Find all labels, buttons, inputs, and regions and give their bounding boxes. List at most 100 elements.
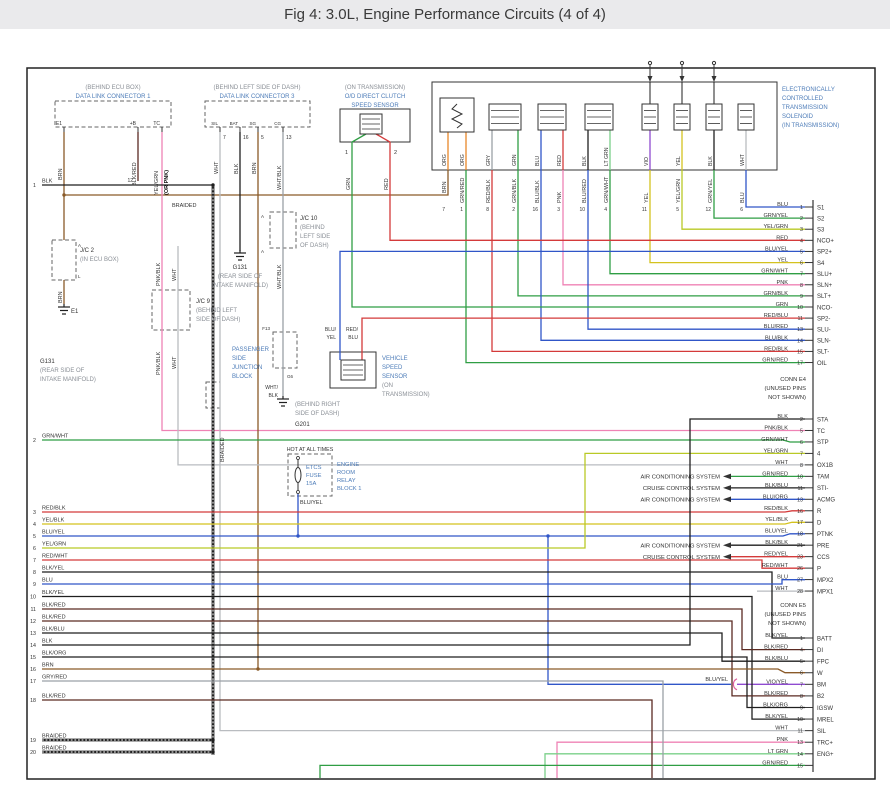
pin-number: 8 <box>800 463 803 469</box>
diagram-label: ORG <box>442 154 448 166</box>
diagram-label: 2 <box>512 207 515 213</box>
pin-wire-label: GRN/RED <box>762 471 788 477</box>
pin-name: NCO+ <box>817 239 834 245</box>
pin-wire-label: BLK/BLU <box>765 656 788 662</box>
pin-name: P <box>817 566 821 572</box>
pin-wire-label: GRN/RED <box>762 760 788 766</box>
diagram-label: YEL/GRN <box>676 179 682 203</box>
pin-wire-label: RED <box>776 235 788 241</box>
diagram-label: PASSENGER <box>232 347 270 353</box>
diagram-label: GRN <box>346 178 352 190</box>
pin-number: 16 <box>797 509 803 515</box>
diagram-label: RED <box>557 155 563 166</box>
diagram-label: 6 <box>740 207 743 213</box>
pin-wire-label: RED/YEL <box>764 552 788 558</box>
pin-name: FPC <box>817 659 830 665</box>
system-ref-label: CRUISE CONTROL SYSTEM <box>643 486 720 492</box>
diagram-label: WHT <box>740 153 746 166</box>
pin-number: 1 <box>800 636 803 642</box>
row-wire-label: BLK/RED <box>42 694 66 700</box>
diagram-label: BRN <box>58 291 64 303</box>
diagram-label: G131 <box>233 265 248 271</box>
diagram-label: LEFT SIDE <box>300 234 330 240</box>
row-number: 9 <box>33 582 36 588</box>
row-wire-label: BRN <box>42 663 54 669</box>
pin-name: S2 <box>817 216 825 222</box>
pin-number: 13 <box>797 327 803 333</box>
pin-number: 4 <box>800 648 803 654</box>
diagram-label: OF DASH) <box>300 243 329 249</box>
pin-number: 6 <box>800 261 803 267</box>
diagram-label: G6 <box>287 374 294 379</box>
diagram-label: INTAKE MANIFOLD) <box>212 283 268 289</box>
pin-number: 2 <box>800 216 803 222</box>
diagram-label: SOLENOID <box>782 114 814 120</box>
pin-number: 7 <box>800 682 803 688</box>
diagram-label: TRANSMISSION) <box>382 392 430 398</box>
pin-name: PRE <box>817 543 829 549</box>
pin-name: B2 <box>817 694 825 700</box>
diagram-label: 10 <box>579 207 585 213</box>
diagram-label: PNK/BLK <box>156 351 162 375</box>
diagram-label: GRN/WHT <box>604 176 610 203</box>
pin-wire-label: PNK <box>776 737 788 743</box>
diagram-label: 13 <box>286 135 292 141</box>
solenoid-ground-terminal <box>680 61 683 64</box>
diagram-label: (IN TRANSMISSION) <box>782 123 839 129</box>
diagram-label: WHT/BLK <box>277 165 283 190</box>
pin-wire-label: WHT <box>775 460 788 466</box>
diagram-label: BLK <box>708 156 714 166</box>
row-wire-label: YEL/BLK <box>42 518 65 524</box>
diagram-label: GRY <box>486 154 492 166</box>
pin-wire-label: WHT <box>775 586 788 592</box>
row-wire-label: GRY/RED <box>42 675 67 681</box>
pin-number: 27 <box>797 578 803 584</box>
diagram-label: BRAIDED <box>220 438 226 462</box>
diagram-label: RED/BLK <box>486 179 492 203</box>
pin-wire-label: GRN/BLK <box>763 291 788 297</box>
diagram-label: JUNCTION <box>232 365 262 371</box>
pin-number: 17 <box>797 520 803 526</box>
row-wire-label: BLK <box>42 179 53 185</box>
diagram-label: TC <box>153 121 160 127</box>
diagram-label: SPEED <box>382 365 403 371</box>
diagram-label: 7 <box>223 135 226 141</box>
row-wire-label: BLU <box>42 578 53 584</box>
row-number: 15 <box>30 655 36 661</box>
pin-number: 28 <box>797 589 803 595</box>
diagram-label: BRN <box>252 162 258 174</box>
pin-wire-label: BLK/RED <box>764 691 788 697</box>
pin-name: MPX2 <box>817 578 834 584</box>
diagram-label: (OR PNK) <box>164 170 170 195</box>
diagram-label: WHT <box>172 356 178 369</box>
pin-name: MPX1 <box>817 589 834 595</box>
diagram-label: (REAR SIDE OF <box>218 274 263 280</box>
pin-name: PTNK <box>817 532 833 538</box>
junction-node <box>546 534 549 537</box>
pin-number: 3 <box>800 227 803 233</box>
pin-number: 10 <box>797 717 803 723</box>
solenoid-ground-terminal <box>712 61 715 64</box>
pin-wire-label: GRN/WHT <box>761 437 788 443</box>
row-wire-label: BLK/BLU <box>42 627 65 633</box>
pin-number: 6 <box>800 440 803 446</box>
diagram-label: DATA LINK CONNECTOR 3 <box>219 94 295 100</box>
pin-name: SLU+ <box>817 272 833 278</box>
diagram-label: VEHICLE <box>382 356 408 362</box>
diagram-label: 3 <box>557 207 560 213</box>
diagram-label: J/C 9 <box>196 299 211 305</box>
diagram-label: ELECTRONICALLY <box>782 87 835 93</box>
diagram-label: 8 <box>486 207 489 213</box>
diagram-label: PNK <box>557 191 563 203</box>
conn-note: NOT SHOWN) <box>768 621 806 627</box>
pin-wire-label: BLU/YEL <box>765 246 788 252</box>
junction-node <box>211 183 214 186</box>
diagram-label: YEL <box>327 335 337 341</box>
conn-note: CONN E5 <box>780 603 806 609</box>
diagram-label: 2 <box>394 150 397 156</box>
row-number: 16 <box>30 667 36 673</box>
row-wire-label: BLK/RED <box>42 603 66 609</box>
diagram-label: WHT/ <box>265 385 278 391</box>
row-number: 20 <box>30 750 36 756</box>
pin-name: IGSW <box>817 706 833 712</box>
